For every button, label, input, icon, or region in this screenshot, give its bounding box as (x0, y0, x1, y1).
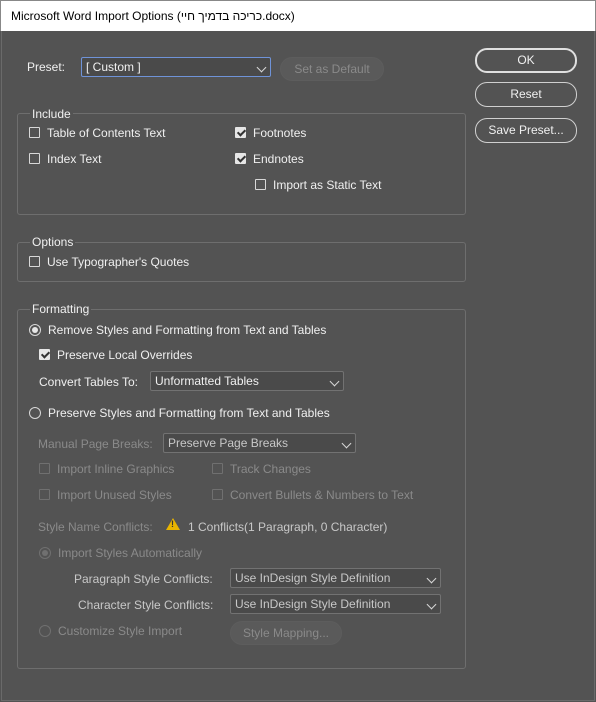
options-title: Options (30, 235, 76, 249)
convert-tables-value: Unformatted Tables (155, 374, 259, 388)
manual-page-breaks-value: Preserve Page Breaks (168, 436, 289, 450)
chevron-down-icon (256, 62, 267, 73)
ok-button[interactable]: OK (475, 48, 577, 73)
paragraph-conflicts-select[interactable]: Use InDesign Style Definition (230, 568, 441, 588)
paragraph-conflicts-value: Use InDesign Style Definition (235, 571, 391, 585)
paragraph-conflicts-label: Paragraph Style Conflicts: (74, 572, 213, 586)
manual-page-breaks-select[interactable]: Preserve Page Breaks (163, 433, 356, 453)
save-preset-button[interactable]: Save Preset... (475, 118, 577, 143)
typographers-quotes-checkbox[interactable] (29, 256, 40, 267)
window-title-bar: Microsoft Word Import Options (כריכה בדמ… (0, 0, 596, 31)
toc-label: Table of Contents Text (47, 126, 166, 140)
customize-style-import-label: Customize Style Import (58, 624, 183, 638)
preserve-styles-label: Preserve Styles and Formatting from Text… (48, 406, 330, 420)
preserve-local-overrides-label: Preserve Local Overrides (57, 348, 193, 362)
reset-button[interactable]: Reset (475, 82, 577, 107)
set-as-default-button[interactable]: Set as Default (280, 57, 384, 81)
convert-tables-select[interactable]: Unformatted Tables (150, 371, 344, 391)
manual-page-breaks-label: Manual Page Breaks: (38, 437, 153, 451)
footnotes-checkbox[interactable] (235, 127, 246, 138)
chevron-down-icon (341, 438, 352, 449)
convert-bullets-label: Convert Bullets & Numbers to Text (230, 488, 414, 502)
endnotes-checkbox[interactable] (235, 153, 246, 164)
track-changes-checkbox[interactable] (212, 463, 223, 474)
chevron-down-icon (426, 599, 437, 610)
index-label: Index Text (47, 152, 102, 166)
import-styles-auto-radio[interactable] (39, 547, 51, 559)
include-title: Include (30, 107, 73, 121)
remove-styles-label: Remove Styles and Formatting from Text a… (48, 323, 327, 337)
preset-value: [ Custom ] (86, 60, 141, 74)
import-styles-auto-label: Import Styles Automatically (58, 546, 203, 560)
inline-graphics-checkbox[interactable] (39, 463, 50, 474)
preset-label: Preset: (27, 60, 66, 74)
chevron-down-icon (329, 376, 340, 387)
style-conflicts-label: Style Name Conflicts: (38, 520, 153, 534)
warning-icon (166, 518, 180, 530)
character-conflicts-label: Character Style Conflicts: (78, 598, 214, 612)
static-text-label: Import as Static Text (273, 178, 382, 192)
customize-style-import-radio[interactable] (39, 625, 51, 637)
convert-tables-label: Convert Tables To: (39, 375, 138, 389)
unused-styles-label: Import Unused Styles (57, 488, 172, 502)
preset-select[interactable]: [ Custom ] (81, 57, 271, 77)
typographers-quotes-label: Use Typographer's Quotes (47, 255, 190, 269)
style-conflicts-value: 1 Conflicts(1 Paragraph, 0 Character) (188, 520, 388, 534)
remove-styles-radio[interactable] (29, 324, 41, 336)
chevron-down-icon (426, 573, 437, 584)
inline-graphics-label: Import Inline Graphics (57, 462, 175, 476)
character-conflicts-value: Use InDesign Style Definition (235, 597, 391, 611)
unused-styles-checkbox[interactable] (39, 489, 50, 500)
toc-checkbox[interactable] (29, 127, 40, 138)
preserve-local-overrides-checkbox[interactable] (39, 349, 50, 360)
static-text-checkbox[interactable] (255, 179, 266, 190)
footnotes-label: Footnotes (253, 126, 307, 140)
index-checkbox[interactable] (29, 153, 40, 164)
track-changes-label: Track Changes (230, 462, 311, 476)
window-title: Microsoft Word Import Options (כריכה בדמ… (11, 9, 295, 23)
preserve-styles-radio[interactable] (29, 407, 41, 419)
character-conflicts-select[interactable]: Use InDesign Style Definition (230, 594, 441, 614)
formatting-title: Formatting (30, 302, 92, 316)
convert-bullets-checkbox[interactable] (212, 489, 223, 500)
import-options-dialog: Preset: [ Custom ] Set as Default OK Res… (1, 31, 595, 701)
endnotes-label: Endnotes (253, 152, 304, 166)
style-mapping-button[interactable]: Style Mapping... (230, 621, 342, 645)
